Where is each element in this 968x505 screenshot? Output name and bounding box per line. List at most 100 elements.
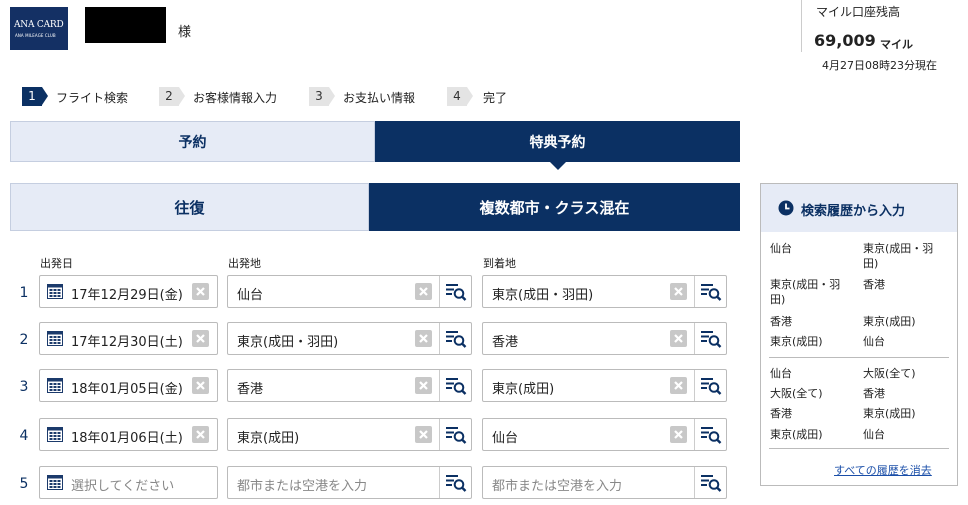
destination-field[interactable]: 香港 [482, 322, 727, 355]
departure-date-field-text: 選択してください [71, 479, 175, 494]
clear-x-icon[interactable] [415, 377, 432, 394]
origin-field[interactable]: 香港 [227, 369, 472, 402]
clear-x-icon[interactable] [670, 426, 687, 443]
departure-date-field[interactable]: 18年01月06日(土) [39, 418, 218, 451]
history-from: 東京(成田) [770, 428, 823, 441]
clear-x-icon[interactable] [415, 283, 432, 300]
tab-round-trip[interactable]: 往復 [10, 183, 369, 231]
search-list-icon[interactable] [439, 370, 471, 401]
column-label-from: 出発地 [228, 257, 261, 270]
search-list-icon[interactable] [694, 276, 726, 307]
origin-field-text: 東京(成田・羽田) [237, 335, 339, 350]
departure-date-field-text: 18年01月05日(金) [71, 382, 183, 397]
destination-field[interactable]: 都市または空港を入力 [482, 466, 727, 499]
history-to: 仙台 [863, 428, 885, 441]
history-from-cont: 田) [770, 293, 786, 306]
clear-x-icon[interactable] [192, 426, 209, 443]
history-to: 香港 [863, 278, 885, 291]
destination-field[interactable]: 東京(成田) [482, 369, 727, 402]
clock-icon [778, 200, 794, 216]
clear-x-icon[interactable] [415, 330, 432, 347]
clear-x-icon[interactable] [670, 377, 687, 394]
search-list-icon[interactable] [694, 323, 726, 354]
clear-x-icon[interactable] [415, 426, 432, 443]
departure-date-field[interactable]: 選択してください [39, 466, 218, 499]
ana-card-logo: ANA CARD ANA MILEAGE CLUB [10, 7, 68, 50]
calendar-icon[interactable] [47, 475, 63, 494]
departure-date-field[interactable]: 17年12月29日(金) [39, 275, 218, 308]
tab-multi-city[interactable]: 複数都市・クラス混在 [369, 183, 740, 231]
step-2-number: 2 [159, 87, 185, 106]
search-history-panel: 検索履歴から入力 仙台 東京(成田・羽 田) 東京(成田・羽 田) 香港 香港 東京(成田) 東… [760, 183, 958, 486]
calendar-icon[interactable] [47, 331, 63, 350]
calendar-icon[interactable] [47, 284, 63, 303]
history-divider [769, 357, 949, 358]
step-4-label: 完了 [483, 91, 508, 105]
row-number: 5 [19, 476, 29, 492]
search-list-icon[interactable] [439, 467, 471, 498]
clear-x-icon[interactable] [192, 330, 209, 347]
history-to-cont: 田) [863, 257, 879, 270]
search-list-icon[interactable] [439, 276, 471, 307]
history-divider [769, 448, 949, 449]
row-number: 3 [19, 379, 29, 395]
destination-field[interactable]: 東京(成田・羽田) [482, 275, 727, 308]
origin-field[interactable]: 東京(成田・羽田) [227, 322, 472, 355]
column-label-to: 到着地 [483, 257, 516, 270]
destination-field-text: 香港 [492, 335, 519, 350]
clear-x-icon[interactable] [670, 283, 687, 300]
origin-field-text: 東京(成田) [237, 431, 300, 446]
mile-unit: マイル [880, 38, 913, 51]
departure-date-field[interactable]: 17年12月30日(土) [39, 322, 218, 355]
destination-field[interactable]: 仙台 [482, 418, 727, 451]
step-4-number: 4 [447, 87, 473, 106]
column-label-date: 出発日 [40, 257, 73, 270]
destination-field-text: 仙台 [492, 431, 519, 446]
logo-text: ANA CARD [14, 20, 64, 30]
calendar-icon[interactable] [47, 378, 63, 397]
departure-date-field-text: 18年01月06日(土) [71, 431, 183, 446]
departure-date-field[interactable]: 18年01月05日(金) [39, 369, 218, 402]
origin-field[interactable]: 仙台 [227, 275, 472, 308]
mile-balance-label: マイル口座残高 [816, 5, 901, 19]
history-to: 東京(成田・羽 [863, 242, 934, 255]
step-1-number: 1 [22, 87, 48, 106]
search-history-header[interactable]: 検索履歴から入力 [761, 184, 957, 232]
destination-field-text: 東京(成田) [492, 382, 555, 397]
history-to: 東京(成田) [863, 407, 916, 420]
search-list-icon[interactable] [439, 323, 471, 354]
history-to: 東京(成田) [863, 315, 916, 328]
search-list-icon[interactable] [694, 419, 726, 450]
search-list-icon[interactable] [439, 419, 471, 450]
tab-award-reserve[interactable]: 特典予約 [375, 121, 740, 170]
history-from: 仙台 [770, 242, 792, 255]
history-to: 大阪(全て) [863, 367, 916, 380]
origin-field[interactable]: 都市または空港を入力 [227, 466, 472, 499]
clear-history-link[interactable]: すべての履歴を消去 [834, 462, 932, 478]
mile-balance-value: 69,009 [814, 31, 876, 50]
mile-timestamp: 4月27日08時23分現在 [822, 59, 937, 72]
calendar-icon[interactable] [47, 427, 63, 446]
search-history-title: 検索履歴から入力 [801, 204, 906, 219]
tab-reserve[interactable]: 予約 [10, 121, 375, 162]
row-number: 1 [19, 285, 29, 301]
step-3-label: お支払い情報 [343, 91, 416, 105]
history-to: 香港 [863, 387, 885, 400]
history-from: 香港 [770, 315, 792, 328]
origin-field-text: 都市または空港を入力 [237, 479, 368, 494]
search-list-icon[interactable] [694, 370, 726, 401]
search-list-icon[interactable] [694, 467, 726, 498]
destination-field-text: 都市または空港を入力 [492, 479, 623, 494]
row-number: 4 [19, 428, 29, 444]
row-number: 2 [19, 332, 29, 348]
clear-x-icon[interactable] [670, 330, 687, 347]
clear-x-icon[interactable] [192, 283, 209, 300]
redacted-user-name [85, 7, 166, 43]
clear-x-icon[interactable] [192, 377, 209, 394]
origin-field[interactable]: 東京(成田) [227, 418, 472, 451]
history-from: 東京(成田) [770, 335, 823, 348]
origin-field-text: 香港 [237, 382, 264, 397]
history-from: 仙台 [770, 367, 792, 380]
departure-date-field-text: 17年12月30日(土) [71, 335, 183, 350]
step-1-label: フライト検索 [56, 91, 129, 105]
